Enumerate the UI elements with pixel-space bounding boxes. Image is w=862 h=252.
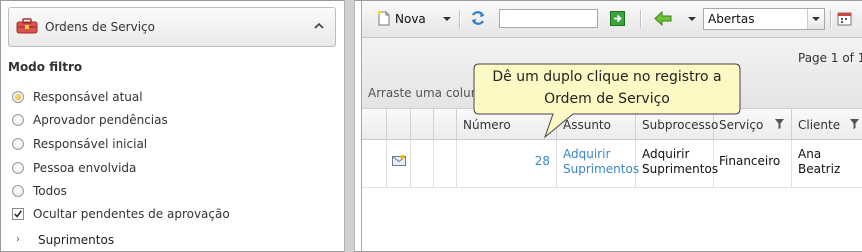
chevron-down-icon (812, 17, 820, 21)
row-cell (362, 140, 387, 187)
header-cell (362, 109, 387, 139)
splitter[interactable] (344, 0, 355, 252)
tooltip-line: Ordem de Serviço (544, 91, 670, 107)
paging-text: Page 1 of 1 (798, 51, 862, 65)
header-cell (411, 109, 434, 139)
tree-item-label: Suprimentos (38, 233, 115, 247)
radio-label: Pessoa envolvida (33, 161, 137, 175)
cell-cliente: Ana Beatriz (792, 140, 862, 187)
radio-button[interactable] (12, 185, 24, 197)
radio-label: Responsável inicial (33, 137, 148, 151)
checkmark-icon (14, 210, 22, 218)
row-cell (411, 140, 434, 187)
filter-icon[interactable] (850, 119, 859, 129)
radio-label: Todos (33, 184, 67, 198)
checkbox[interactable] (12, 208, 24, 220)
status-select[interactable]: Abertas (703, 8, 825, 30)
client-line: Beatriz (798, 162, 841, 176)
panel-title: Ordens de Serviço (45, 20, 155, 34)
subprocess-text: Adquirir Suprimentos (642, 147, 718, 177)
search-input[interactable] (499, 9, 598, 28)
order-number[interactable]: 28 (535, 154, 550, 169)
subject-line: Suprimentos (563, 162, 640, 176)
chevron-right-icon[interactable]: › (16, 234, 20, 245)
chevron-up-icon[interactable] (309, 17, 329, 35)
toolbar-separator (640, 10, 642, 28)
filter-mode-title: Modo filtro (8, 60, 83, 74)
checkbox-label: Ocultar pendentes de aprovação (33, 207, 230, 221)
select-toggle[interactable] (807, 9, 824, 29)
filter-icon[interactable] (775, 119, 784, 129)
back-dropdown-icon[interactable] (688, 17, 696, 21)
back-arrow-icon[interactable] (654, 10, 672, 27)
calendar-icon[interactable] (837, 11, 852, 26)
header-cell (387, 109, 411, 139)
column-header-cliente[interactable]: Cliente (792, 109, 862, 139)
refresh-icon[interactable] (469, 9, 487, 27)
radio-label: Aprovador pendências (33, 113, 168, 127)
toolbar-separator (830, 10, 832, 28)
envelope-icon[interactable] (392, 154, 406, 166)
client-text: Ana Beatriz (798, 147, 840, 177)
radio-button[interactable] (12, 114, 24, 126)
hint-tooltip: Dê um duplo clique no registro a Ordem d… (473, 63, 765, 151)
toolbar: Nova Abertas (362, 1, 862, 38)
column-label: Cliente (798, 118, 841, 132)
subprocess-line: Suprimentos (642, 162, 719, 176)
client-line: Ana (798, 147, 822, 161)
toolbox-icon (16, 18, 38, 34)
row-cell (434, 140, 457, 187)
radio-button[interactable] (12, 162, 24, 174)
tooltip-text: Dê um duplo clique no registro a Ordem d… (473, 66, 741, 110)
new-dropdown-icon[interactable] (443, 17, 451, 21)
subject-link[interactable]: Adquirir Suprimentos (563, 147, 639, 177)
header-cell (434, 109, 457, 139)
new-document-icon (377, 10, 390, 26)
radio-button[interactable] (12, 138, 24, 150)
service-text: Financeiro (719, 154, 781, 168)
tooltip-line: Dê um duplo clique no registro a (492, 69, 722, 85)
filter-panel: Ordens de Serviço Modo filtro Responsáve… (1, 1, 346, 251)
row-cell[interactable] (387, 140, 411, 187)
group-by-hint: Arraste uma colun (368, 86, 479, 100)
radio-button[interactable] (12, 91, 24, 103)
status-select-value: Abertas (708, 12, 755, 26)
toolbar-separator (459, 10, 461, 28)
panel-header[interactable]: Ordens de Serviço (8, 7, 336, 47)
search-go-icon[interactable] (610, 11, 625, 26)
new-button[interactable]: Nova (395, 12, 426, 26)
radio-label: Responsável atual (33, 90, 143, 104)
